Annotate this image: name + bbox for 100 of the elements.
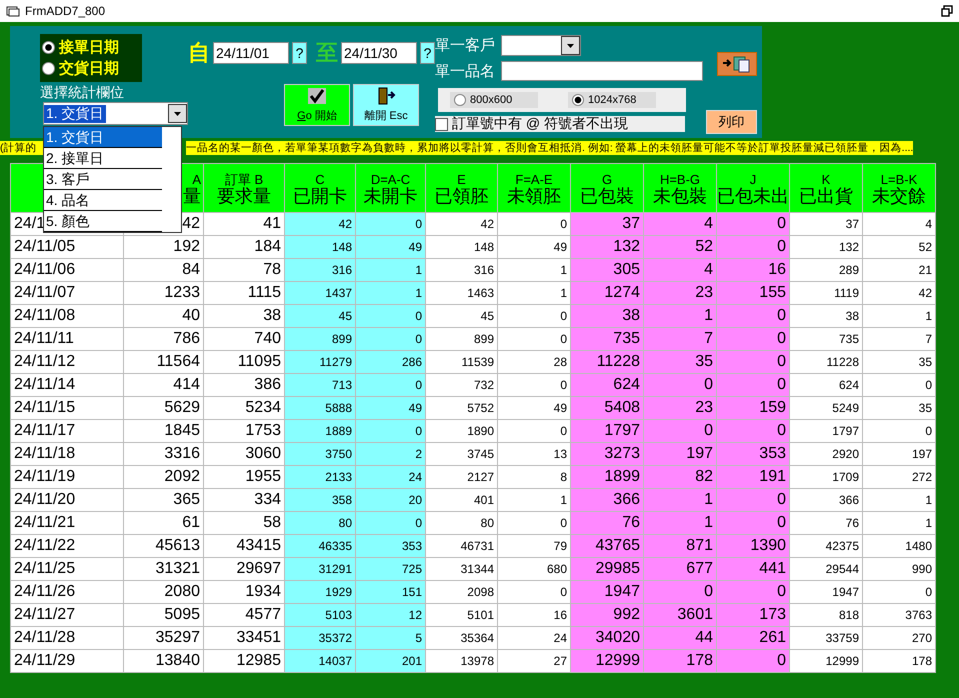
restore-icon[interactable]: [941, 5, 953, 17]
dropdown-option[interactable]: 5. 顏色: [44, 211, 162, 232]
table-cell: 818: [790, 604, 862, 626]
table-cell: 4: [862, 212, 936, 236]
note-text: 一品名的某一顏色，若單筆某項數字為負數時，累加將以零計算，否則會互相抵消. 例如: 螢幕上的未領胚量可能不等於訂單投胚量減已領胚量，因為....: [186, 141, 914, 155]
table-cell: 3745: [426, 442, 498, 466]
table-cell: 0: [498, 328, 570, 350]
table-cell: 0: [644, 374, 716, 396]
table-cell: 366: [570, 488, 644, 512]
table-cell: 28: [498, 350, 570, 374]
table-cell: 0: [862, 420, 936, 442]
table-cell: 24/11/06: [10, 258, 124, 282]
table-cell: 31321: [124, 558, 204, 580]
dropdown-icon[interactable]: [561, 36, 580, 54]
table-cell: 24/11/12: [10, 350, 124, 374]
resolution-label: 800x600: [470, 94, 512, 106]
customer-combo[interactable]: [501, 34, 581, 56]
table-cell: 132: [570, 236, 644, 258]
table-cell: 33451: [204, 626, 284, 650]
date-picker-button[interactable]: ?: [292, 42, 307, 64]
table-cell: 0: [716, 512, 790, 534]
window-title: FrmADD7_800: [25, 4, 106, 18]
table-cell: 191: [716, 466, 790, 488]
to-date-field[interactable]: 24/11/30: [341, 42, 417, 64]
table-cell: 49: [498, 396, 570, 420]
table-cell: 441: [716, 558, 790, 580]
table-cell: 677: [644, 558, 716, 580]
table-cell: 1480: [862, 534, 936, 558]
table-cell: 78: [204, 258, 284, 282]
checkbox-label: 訂單號中有 @ 符號者不出現: [452, 115, 628, 133]
table-cell: 3316: [124, 442, 204, 466]
table-cell: 12999: [790, 650, 862, 672]
table-cell: 5888: [284, 396, 356, 420]
table-cell: 990: [862, 558, 936, 580]
date-picker-button[interactable]: ?: [420, 42, 435, 64]
table-cell: 5101: [426, 604, 498, 626]
table-cell: 58: [204, 512, 284, 534]
radio-button[interactable]: [572, 94, 584, 106]
exit-button[interactable]: 離開 Esc: [353, 84, 419, 126]
table-cell: 197: [862, 442, 936, 466]
radio-button[interactable]: [42, 62, 55, 75]
dropdown-option[interactable]: 3. 客戶: [44, 169, 162, 190]
table-cell: 365: [124, 488, 204, 512]
table-cell: 414: [124, 374, 204, 396]
table-cell: 0: [716, 420, 790, 442]
export-icon: [722, 55, 752, 73]
table-cell: 5629: [124, 396, 204, 420]
column-header: J 已包未出: [716, 164, 790, 212]
door-icon: [376, 87, 396, 105]
table-cell: 24/11/29: [10, 650, 124, 672]
product-label: 單一品名: [435, 62, 495, 80]
table-cell: 43415: [204, 534, 284, 558]
table-cell: 0: [716, 488, 790, 512]
dropdown-icon[interactable]: [168, 104, 187, 123]
table-cell: 358: [284, 488, 356, 512]
table-cell: 261: [716, 626, 790, 650]
table-cell: 11228: [570, 350, 644, 374]
table-cell: 42375: [790, 534, 862, 558]
table-cell: 20: [356, 488, 426, 512]
table-cell: 148: [284, 236, 356, 258]
table-cell: 24/11/07: [10, 282, 124, 304]
table-cell: 1: [498, 488, 570, 512]
go-button[interactable]: Go 開始: [284, 84, 350, 126]
table-cell: 4577: [204, 604, 284, 626]
table-cell: 270: [862, 626, 936, 650]
radio-button[interactable]: [454, 94, 466, 106]
table-cell: 3750: [284, 442, 356, 466]
table-cell: 1233: [124, 282, 204, 304]
table-cell: 27: [498, 650, 570, 672]
table-cell: 24/11/18: [10, 442, 124, 466]
table-cell: 16: [498, 604, 570, 626]
radio-button[interactable]: [42, 41, 55, 54]
print-button[interactable]: 列印: [706, 110, 757, 134]
table-cell: 1: [862, 304, 936, 328]
table-cell: 1: [644, 488, 716, 512]
table-cell: 29697: [204, 558, 284, 580]
product-field[interactable]: [501, 61, 703, 81]
checkbox[interactable]: [435, 118, 448, 130]
table-cell: 1899: [570, 466, 644, 488]
table-cell: 2127: [426, 466, 498, 488]
table-cell: 680: [498, 558, 570, 580]
column-header: F=A-E 未領胚: [498, 164, 570, 212]
table-cell: 35372: [284, 626, 356, 650]
dropdown-option[interactable]: 1. 交貨日: [44, 127, 162, 148]
table-cell: 2: [356, 442, 426, 466]
table-cell: 35297: [124, 626, 204, 650]
field-combo[interactable]: 1. 交貨日: [43, 102, 188, 125]
column-header: G 已包裝: [570, 164, 644, 212]
from-date-field[interactable]: 24/11/01: [213, 42, 289, 64]
table-cell: 24/11/26: [10, 580, 124, 604]
export-button[interactable]: [717, 52, 757, 76]
dropdown-option[interactable]: 2. 接單日: [44, 148, 162, 169]
table-cell: 2080: [124, 580, 204, 604]
table-cell: 24/11/14: [10, 374, 124, 396]
table-cell: 0: [356, 512, 426, 534]
table-cell: 0: [498, 420, 570, 442]
table-cell: 316: [426, 258, 498, 282]
table-cell: 5095: [124, 604, 204, 626]
table-cell: 366: [790, 488, 862, 512]
table-cell: 0: [644, 420, 716, 442]
